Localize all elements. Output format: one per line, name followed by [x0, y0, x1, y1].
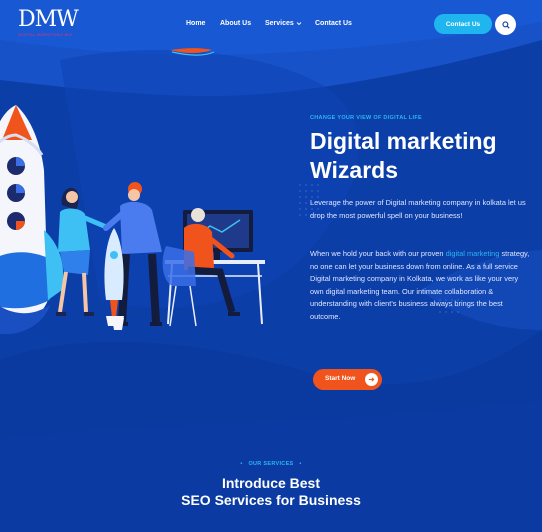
services-eyebrow: • OUR SERVICES • [0, 461, 542, 467]
logo-wordmark: DMW [18, 7, 79, 32]
dot-icon: • [299, 461, 302, 467]
site-header: DMW DIGITAL MARKETING WIZ Home About Us … [0, 0, 542, 50]
rocket-graphic [0, 105, 64, 334]
nav-about-us[interactable]: About Us [220, 20, 251, 27]
woman-figure [56, 187, 107, 316]
services-eyebrow-label: OUR SERVICES [248, 461, 294, 467]
chevron-down-icon [296, 21, 302, 25]
hero-paragraph-2: When we hold your back with our proven d… [310, 248, 532, 323]
hero-illustration [0, 105, 265, 334]
hero-title-line-1: Digital marketing [310, 128, 497, 154]
hero-title-line-2: Wizards [310, 157, 398, 183]
start-now-label: Start Now [325, 375, 356, 382]
services-title-line-2: SEO Services for Business [181, 492, 361, 508]
services-title: Introduce Best SEO Services for Business [0, 475, 542, 509]
nav-home[interactable]: Home [186, 20, 205, 27]
hero-paragraph-2-text-end: strategy, no one can let your business d… [310, 249, 530, 321]
services-title-line-1: Introduce Best [221, 475, 320, 491]
nav-services[interactable]: Services [265, 20, 302, 27]
arrow-right-icon [365, 373, 378, 386]
logo-tagline: DIGITAL MARKETING WIZ [18, 32, 73, 37]
hero-eyebrow: CHANGE YOUR VIEW OF DIGITAL LIFE [310, 115, 422, 121]
search-button[interactable] [495, 14, 516, 35]
plant-graphic [112, 318, 124, 330]
start-now-button[interactable]: Start Now [313, 369, 382, 390]
hero-title: Digital marketing Wizards [310, 127, 540, 185]
search-icon [501, 20, 510, 29]
nav-services-label: Services [265, 20, 294, 27]
digital-marketing-link[interactable]: digital marketing [446, 249, 500, 258]
hero-paragraph-1: Leverage the power of Digital marketing … [310, 198, 526, 220]
dot-icon: • [240, 461, 243, 467]
brand-logo[interactable]: DMW DIGITAL MARKETING WIZ [18, 7, 79, 38]
nav-contact-us[interactable]: Contact Us [315, 20, 352, 27]
contact-us-button[interactable]: Contact Us [434, 14, 492, 34]
hero-paragraph-2-text-start: When we hold your back with our proven [310, 249, 446, 258]
